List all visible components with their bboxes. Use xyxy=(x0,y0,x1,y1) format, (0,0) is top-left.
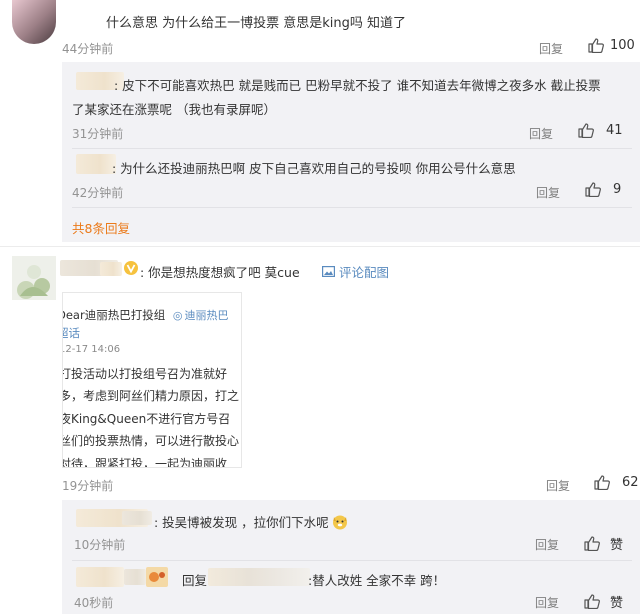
like-count: 100 xyxy=(610,38,635,53)
verified-v-icon xyxy=(124,261,138,275)
thumbs-up-icon xyxy=(578,123,594,138)
like-count: 62 xyxy=(622,475,639,490)
image-account-name: Dear迪丽热巴打投组 xyxy=(62,308,166,322)
like-button[interactable]: 赞 xyxy=(584,534,623,553)
username-blurred xyxy=(124,569,146,585)
mention-blurred[interactable] xyxy=(208,568,310,586)
reply-button[interactable]: 回复 xyxy=(529,125,553,142)
like-button[interactable]: 62 xyxy=(594,475,639,490)
reply-time: 31分钟前 xyxy=(72,127,124,141)
like-count: 9 xyxy=(613,182,622,197)
divider xyxy=(72,207,632,208)
reply-text: : 为什么还投迪丽热巴啊 皮下自己喜欢用自己的号投呗 你用公号什么意思 xyxy=(112,161,516,176)
reply-button[interactable]: 回复 xyxy=(546,477,570,494)
username-blurred xyxy=(122,511,152,525)
like-button[interactable]: 100 xyxy=(588,38,635,53)
reply-prefix: 回复 xyxy=(182,573,208,588)
reply-text-content: : 投吴博被发现 ，拉你们下水呢 xyxy=(154,515,329,530)
like-button[interactable]: 赞 xyxy=(584,592,623,611)
badge-blurred xyxy=(100,262,122,276)
like-button[interactable]: 41 xyxy=(578,123,623,138)
reply-time: 42分钟前 xyxy=(72,186,124,200)
username-blurred[interactable] xyxy=(76,154,116,174)
reply-button[interactable]: 回复 xyxy=(536,184,560,201)
thumbs-up-icon xyxy=(584,594,600,609)
avatar[interactable] xyxy=(12,0,56,44)
image-topic: 超话 xyxy=(63,326,80,340)
comment-text: 什么意思 为什么给王一博投票 意思是king吗 知道了 xyxy=(106,16,407,31)
avatar[interactable] xyxy=(12,256,56,300)
reply-button[interactable]: 回复 xyxy=(535,536,559,553)
reply-time: 40秒前 xyxy=(74,596,114,610)
image-verified-label: 迪丽热巴 xyxy=(184,309,229,322)
picture-icon xyxy=(322,266,335,277)
divider xyxy=(0,246,640,247)
like-button[interactable]: 9 xyxy=(585,182,621,197)
reply-avatar-icon xyxy=(146,567,168,587)
picture-link[interactable]: 评论配图 xyxy=(322,262,389,281)
more-replies-link[interactable]: 共8条回复 xyxy=(72,218,130,237)
like-label: 赞 xyxy=(610,596,624,611)
reply-button[interactable]: 回复 xyxy=(539,40,563,57)
thumbs-up-icon xyxy=(584,536,600,551)
like-count: 41 xyxy=(606,123,623,138)
comment-1: 什么意思 为什么给王一博投票 意思是king吗 知道了 44分钟前 回复 100 xyxy=(0,0,640,62)
username-blurred[interactable] xyxy=(76,567,124,587)
picture-link-label: 评论配图 xyxy=(339,265,390,280)
reply-text: : 皮下不可能喜欢热巴 就是贱而已 巴粉早就不投了 谁不知道去年微博之夜多水 截… xyxy=(72,78,601,117)
doge-emoji-icon xyxy=(332,515,347,529)
reply-text-content: :替人改姓 全家不幸 跨！ xyxy=(308,573,446,588)
image-body: 打投活动以打投组号召为准就好多，考虑到阿丝们精力原因，打之夜King&Queen… xyxy=(62,367,240,468)
avatar-image-icon xyxy=(12,256,56,300)
reply-time: 10分钟前 xyxy=(74,538,126,552)
divider xyxy=(72,148,632,149)
reply-button[interactable]: 回复 xyxy=(535,594,559,611)
comment-time: 19分钟前 xyxy=(62,479,114,493)
divider xyxy=(72,560,632,561)
thumbs-up-icon xyxy=(585,182,601,197)
reply-text: 回复 xyxy=(168,570,207,589)
like-label: 赞 xyxy=(610,538,624,553)
comment-image[interactable]: Dear迪丽热巴打投组 ◎迪丽热巴 超话 12-17 14:06 打投活动以打投… xyxy=(62,292,242,468)
image-date: 12-17 14:06 xyxy=(62,344,121,355)
thumbs-up-icon xyxy=(594,475,610,490)
comment-text: : 你是想热度想疯了吧 莫cue xyxy=(140,265,300,280)
thumbs-up-icon xyxy=(588,38,604,53)
comment-time: 44分钟前 xyxy=(62,42,114,56)
reply-text: : 投吴博被发现 ，拉你们下水呢 xyxy=(154,512,348,531)
